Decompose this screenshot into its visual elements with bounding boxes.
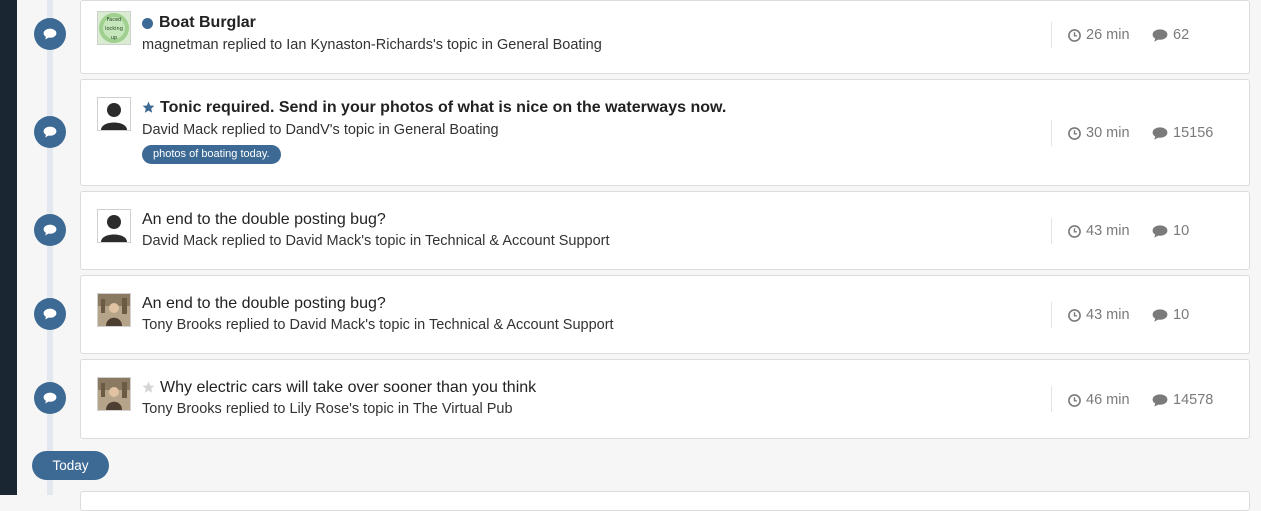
comment-bubble-icon bbox=[34, 298, 66, 330]
clock-icon bbox=[1068, 308, 1081, 322]
timeline-line bbox=[47, 0, 53, 495]
time-stat: 26 min bbox=[1068, 27, 1130, 43]
time-ago: 30 min bbox=[1086, 125, 1130, 141]
reply-count: 10 bbox=[1173, 307, 1190, 323]
comment-bubble-icon bbox=[34, 116, 66, 148]
comment-icon bbox=[1152, 126, 1168, 140]
clock-icon bbox=[1068, 28, 1081, 42]
reply-count-stat: 14578 bbox=[1152, 392, 1213, 408]
topic-title-line: An end to the double posting bug? bbox=[142, 293, 386, 315]
reply-count: 15156 bbox=[1173, 125, 1214, 141]
activity-meta: Tony Brooks replied to David Mack's topi… bbox=[142, 317, 614, 333]
activity-item[interactable] bbox=[80, 491, 1250, 511]
comment-bubble-icon bbox=[34, 214, 66, 246]
divider bbox=[1051, 302, 1052, 328]
time-ago: 46 min bbox=[1086, 392, 1130, 408]
topic-title-link[interactable]: An end to the double posting bug? bbox=[142, 211, 386, 229]
divider bbox=[1051, 22, 1052, 48]
activity-meta: David Mack replied to David Mack's topic… bbox=[142, 233, 610, 249]
time-stat: 43 min bbox=[1068, 223, 1130, 239]
reply-count: 62 bbox=[1173, 27, 1190, 43]
time-ago: 26 min bbox=[1086, 27, 1130, 43]
time-stat: 30 min bbox=[1068, 125, 1130, 141]
clock-icon bbox=[1068, 126, 1081, 140]
activity-item[interactable]: Tonic required. Send in your photos of w… bbox=[80, 79, 1250, 186]
comment-icon bbox=[1152, 393, 1168, 407]
topic-title-line: Why electric cars will take over sooner … bbox=[142, 377, 536, 399]
topic-title-link[interactable]: Tonic required. Send in your photos of w… bbox=[160, 99, 726, 117]
avatar-text-line: up bbox=[111, 35, 117, 41]
sidebar-edge bbox=[0, 0, 17, 495]
reply-count: 14578 bbox=[1173, 392, 1214, 408]
avatar[interactable] bbox=[97, 97, 131, 131]
topic-title-link[interactable]: Why electric cars will take over sooner … bbox=[160, 379, 536, 397]
time-ago: 43 min bbox=[1086, 223, 1130, 239]
topic-title-link[interactable]: An end to the double posting bug? bbox=[142, 295, 386, 313]
time-ago: 43 min bbox=[1086, 307, 1130, 323]
time-stat: 43 min bbox=[1068, 307, 1130, 323]
comment-bubble-icon bbox=[34, 382, 66, 414]
reply-count-stat: 10 bbox=[1152, 223, 1189, 239]
clock-icon bbox=[1068, 224, 1081, 238]
comment-bubble-icon bbox=[34, 18, 66, 50]
time-stat: 46 min bbox=[1068, 392, 1130, 408]
comment-icon bbox=[1152, 308, 1168, 322]
avatar[interactable]: Faced locking up bbox=[97, 11, 131, 45]
topic-title-link[interactable]: Boat Burglar bbox=[159, 14, 256, 32]
avatar-text-line: Faced bbox=[107, 17, 121, 23]
star-outline-icon[interactable] bbox=[142, 381, 155, 394]
activity-item[interactable]: An end to the double posting bug? Tony B… bbox=[80, 275, 1250, 354]
divider bbox=[1051, 120, 1052, 146]
reply-count: 10 bbox=[1173, 223, 1190, 239]
reply-count-stat: 62 bbox=[1152, 27, 1189, 43]
activity-meta: David Mack replied to DandV's topic in G… bbox=[142, 122, 499, 138]
activity-item[interactable]: Why electric cars will take over sooner … bbox=[80, 359, 1250, 439]
avatar[interactable] bbox=[97, 377, 131, 411]
avatar-text-line: locking bbox=[105, 26, 123, 32]
activity-meta: Tony Brooks replied to Lily Rose's topic… bbox=[142, 401, 513, 417]
activity-meta: magnetman replied to Ian Kynaston-Richar… bbox=[142, 37, 602, 53]
topic-tag[interactable]: photos of boating today. bbox=[142, 145, 281, 164]
topic-title-line: Boat Burglar bbox=[142, 12, 256, 34]
unread-dot-icon bbox=[142, 18, 153, 29]
reply-count-stat: 15156 bbox=[1152, 125, 1213, 141]
clock-icon bbox=[1068, 393, 1081, 407]
star-filled-icon bbox=[142, 101, 155, 114]
timeline-date-marker: Today bbox=[32, 451, 109, 480]
comment-icon bbox=[1152, 224, 1168, 238]
avatar[interactable] bbox=[97, 209, 131, 243]
topic-title-line: An end to the double posting bug? bbox=[142, 209, 386, 231]
topic-title-line: Tonic required. Send in your photos of w… bbox=[142, 97, 726, 119]
reply-count-stat: 10 bbox=[1152, 307, 1189, 323]
divider bbox=[1051, 386, 1052, 412]
avatar[interactable] bbox=[97, 293, 131, 327]
comment-icon bbox=[1152, 28, 1168, 42]
divider bbox=[1051, 218, 1052, 244]
activity-item[interactable]: Faced locking up Boat Burglar magnetman … bbox=[80, 0, 1250, 74]
activity-item[interactable]: An end to the double posting bug? David … bbox=[80, 191, 1250, 270]
